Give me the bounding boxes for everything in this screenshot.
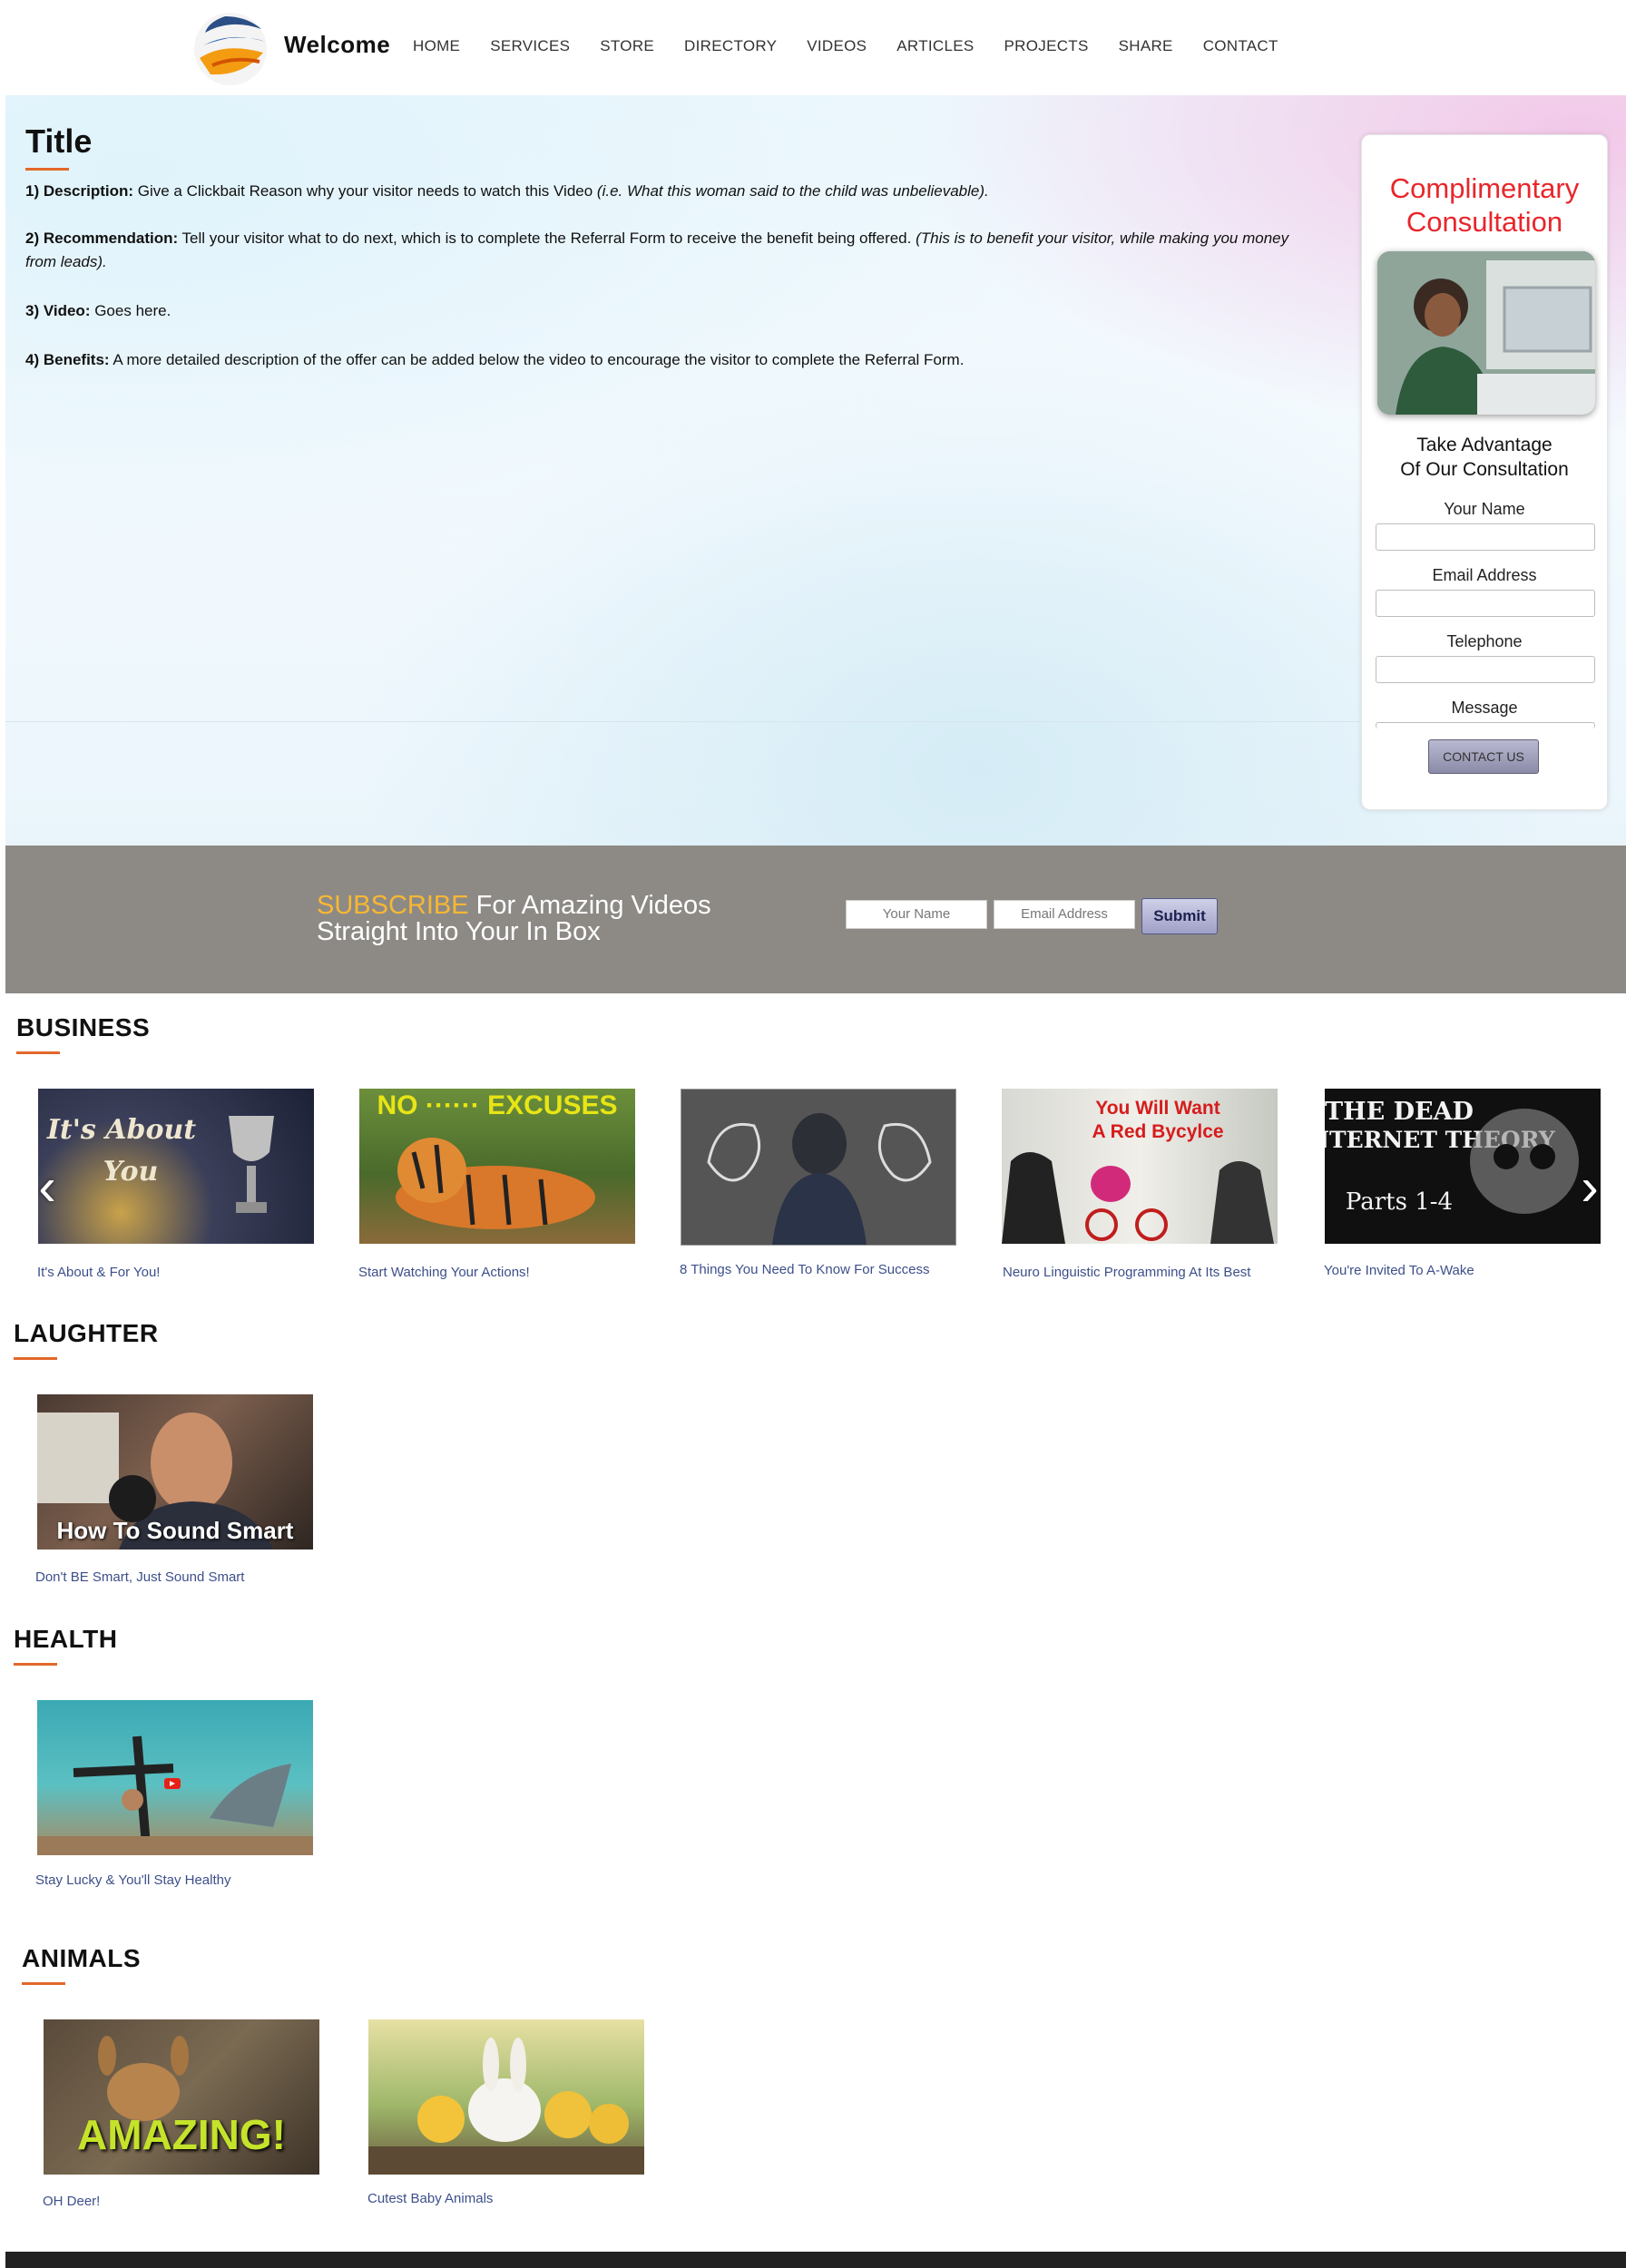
woman-at-laptop-image [1377, 251, 1595, 415]
recommendation-label: 2) Recommendation: [25, 230, 179, 247]
thumb-overlay-amazing: AMAZING! [77, 2111, 286, 2158]
telephone-field[interactable] [1376, 656, 1595, 683]
video-caption-sound-smart[interactable]: Don't BE Smart, Just Sound Smart [35, 1569, 244, 1585]
bunny-chicks-image [368, 2038, 644, 2175]
video-caption-health[interactable]: Stay Lucky & You'll Stay Healthy [35, 1872, 231, 1888]
contact-us-button[interactable]: CONTACT US [1428, 739, 1539, 774]
carousel-prev-chevron-icon[interactable]: ‹ [36, 1161, 58, 1214]
subscribe-highlight: SUBSCRIBE [317, 891, 469, 920]
video-caption-nlp[interactable]: Neuro Linguistic Programming At Its Best [1003, 1265, 1250, 1280]
subscribe-line2: Straight Into Your In Box [317, 917, 601, 946]
description-text: Give a Clickbait Reason why your visitor… [133, 182, 597, 200]
footer-bar [5, 2252, 1626, 2268]
benefits-paragraph: 4) Benefits: A more detailed description… [25, 348, 1296, 372]
video-caption-8-things[interactable]: 8 Things You Need To Know For Success [680, 1262, 929, 1277]
video-thumb-nlp[interactable]: You Will Want A Red Bycylce [1002, 1089, 1278, 1244]
health-heading: HEALTH [14, 1625, 118, 1653]
description-italic: (i.e. What this woman said to the child … [596, 182, 989, 200]
video-thumb-dead-internet[interactable]: THE DEAD INTERNET THEORY Parts 1-4 [1325, 1089, 1601, 1244]
nav-services[interactable]: SERVICES [490, 37, 570, 55]
benefits-text: A more detailed description of the offer… [109, 351, 965, 368]
video-label: 3) Video: [25, 302, 91, 319]
nav-projects[interactable]: PROJECTS [1004, 37, 1089, 55]
video-text: Goes here. [90, 302, 171, 319]
video-thumb-success[interactable] [681, 1089, 956, 1246]
nav-home[interactable]: HOME [413, 37, 460, 55]
message-field[interactable] [1376, 722, 1595, 728]
animals-underline [22, 1982, 65, 1985]
main-nav: HOME SERVICES STORE DIRECTORY VIDEOS ART… [413, 37, 1308, 55]
email-label: Email Address [1432, 566, 1537, 584]
business-heading: BUSINESS [16, 1013, 151, 1041]
consultant-photo [1377, 251, 1595, 415]
thumb-overlay-sound-smart: How To Sound Smart [56, 1517, 294, 1544]
video-thumb-oh-deer[interactable]: AMAZING! [44, 2019, 319, 2175]
consultation-card: Complimentary Consultation Take Advantag… [1361, 134, 1608, 810]
message-label: Message [1451, 699, 1518, 717]
description-paragraph: 1) Description: Give a Clickbait Reason … [25, 180, 1296, 203]
animals-heading: ANIMALS [22, 1944, 142, 1972]
yoga-shark-image [37, 1735, 313, 1855]
subscribe-bar: SUBSCRIBE For Amazing Videos Straight In… [5, 846, 1626, 993]
hero-divider [5, 721, 1359, 722]
subscribe-line1: For Amazing Videos [468, 891, 711, 920]
trophy-icon [229, 1116, 274, 1213]
recommendation-paragraph: 2) Recommendation: Tell your visitor wha… [25, 227, 1296, 274]
subscribe-submit-button[interactable]: Submit [1141, 898, 1218, 934]
nav-contact[interactable]: CONTACT [1203, 37, 1278, 55]
video-paragraph: 3) Video: Goes here. [25, 299, 1296, 323]
nav-share[interactable]: SHARE [1119, 37, 1173, 55]
nav-directory[interactable]: DIRECTORY [684, 37, 777, 55]
consultation-subtitle-line2: Of Our Consultation [1400, 459, 1569, 480]
carousel-next-chevron-icon[interactable]: › [1579, 1161, 1601, 1214]
health-underline [14, 1663, 57, 1666]
nav-store[interactable]: STORE [600, 37, 654, 55]
subscribe-text: SUBSCRIBE For Amazing Videos Straight In… [317, 893, 711, 945]
consultation-title: Complimentary Consultation [1362, 171, 1607, 239]
businessmen-bicycle-image [1002, 1152, 1274, 1244]
title-underline [25, 168, 69, 171]
consultation-title-line1: Complimentary [1389, 172, 1580, 204]
video-caption-about-you[interactable]: It's About & For You! [37, 1265, 160, 1280]
skull-icon [1470, 1109, 1579, 1214]
video-caption-invited[interactable]: You're Invited To A-Wake [1324, 1263, 1474, 1278]
email-field[interactable] [1376, 590, 1595, 617]
site-header: Welcome HOME SERVICES STORE DIRECTORY VI… [0, 0, 1626, 95]
subscribe-name-input[interactable]: Your Name [846, 900, 987, 929]
benefits-label: 4) Benefits: [25, 351, 110, 368]
laughter-underline [14, 1357, 57, 1360]
video-caption-start-watching[interactable]: Start Watching Your Actions! [358, 1265, 530, 1280]
video-thumb-no-excuses[interactable]: NO ······ EXCUSES [359, 1089, 635, 1244]
video-thumb-about-you[interactable]: It's About You [38, 1089, 314, 1244]
video-caption-oh-deer[interactable]: OH Deer! [43, 2194, 100, 2209]
subscribe-email-input[interactable]: Email Address [994, 900, 1135, 929]
site-title[interactable]: Welcome [284, 31, 390, 59]
name-field[interactable] [1376, 523, 1595, 551]
name-label: Your Name [1444, 500, 1525, 518]
nav-articles[interactable]: ARTICLES [896, 37, 974, 55]
business-underline [16, 1051, 60, 1054]
consultation-subtitle-line1: Take Advantage [1416, 435, 1553, 455]
consultation-title-line2: Consultation [1406, 206, 1563, 238]
tiger-image [396, 1138, 595, 1229]
nav-videos[interactable]: VIDEOS [807, 37, 867, 55]
hero-section: Title 1) Description: Give a Clickbait R… [5, 95, 1626, 846]
video-thumb-sound-smart[interactable]: How To Sound Smart [37, 1394, 313, 1549]
laughter-heading: LAUGHTER [14, 1319, 159, 1347]
page-title: Title [25, 122, 93, 160]
strong-arms-image [707, 1113, 932, 1245]
video-caption-baby-animals[interactable]: Cutest Baby Animals [367, 2191, 493, 2206]
video-thumb-baby-animals[interactable] [368, 2019, 644, 2175]
consultation-subtitle: Take Advantage Of Our Consultation [1362, 433, 1607, 482]
recommendation-text: Tell your visitor what to do next, which… [178, 230, 916, 247]
telephone-label: Telephone [1446, 632, 1523, 650]
description-label: 1) Description: [25, 182, 134, 200]
globe-logo-icon[interactable] [189, 5, 272, 89]
video-thumb-health[interactable] [37, 1700, 313, 1855]
